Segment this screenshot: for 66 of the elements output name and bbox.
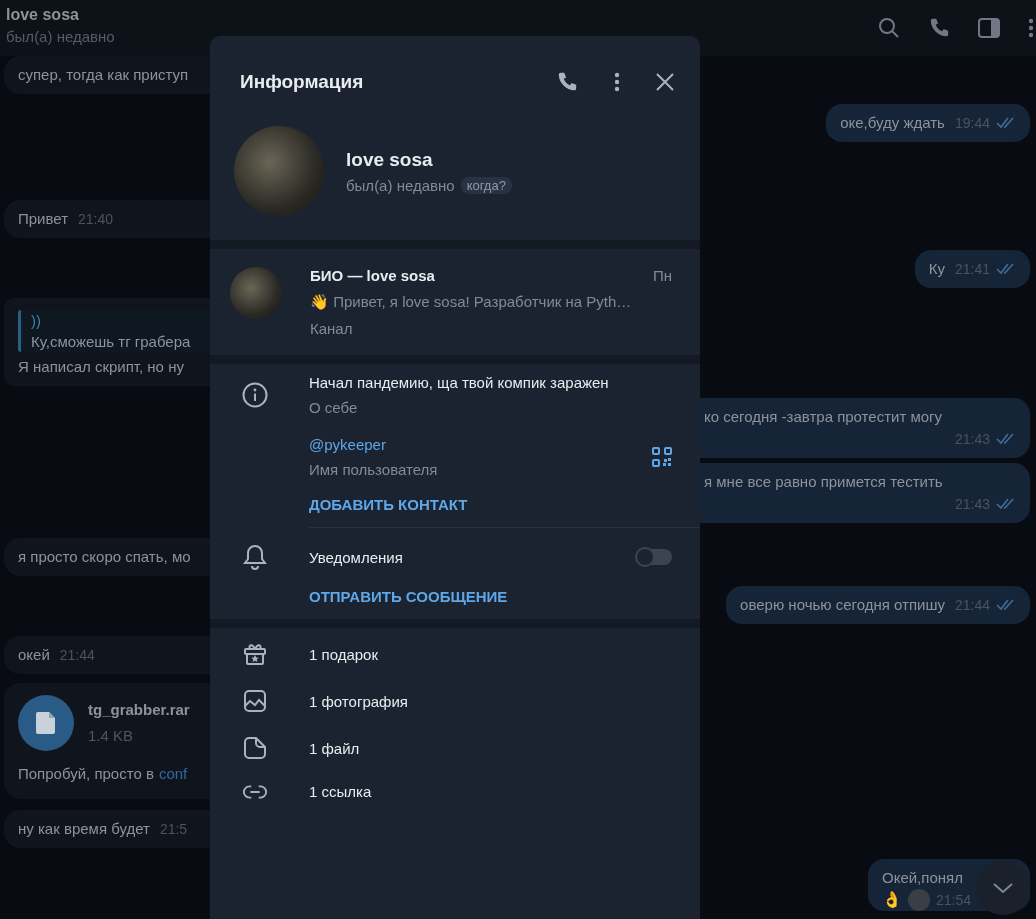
- channel-label: Канал: [310, 320, 354, 337]
- more-icon[interactable]: [1028, 18, 1034, 38]
- message-text: я мне все равно примется тестить: [704, 472, 944, 492]
- message-text: Привет: [18, 209, 69, 229]
- profile-status: был(а) недавно: [346, 176, 455, 194]
- file-icon: [242, 736, 268, 760]
- notifications-label: Уведомления: [309, 548, 404, 566]
- message-text: ко сегодня -завтра протестит могу: [704, 407, 944, 427]
- notifications-toggle[interactable]: [636, 549, 672, 565]
- send-message-button[interactable]: ОТПРАВИТЬ СООБЩЕНИЕ: [309, 588, 508, 605]
- message-text: оверю ночью сегодня отпишу: [740, 595, 945, 615]
- bio-label: О себе: [309, 399, 359, 416]
- profile-name: love sosa: [346, 148, 434, 171]
- phone-icon[interactable]: [556, 71, 578, 93]
- chat-status: был(а) недавно: [6, 28, 115, 45]
- photo-placeholder: [230, 267, 282, 319]
- file-icon[interactable]: [18, 695, 74, 751]
- chat-title: love sosa: [6, 6, 80, 24]
- more-icon[interactable]: [614, 72, 620, 92]
- media-item[interactable]: 1 подарок: [210, 642, 700, 666]
- message-text: Я написал скрипт, но ну: [18, 357, 184, 377]
- media-item[interactable]: 1 ссылка: [210, 783, 700, 800]
- message-text: окей: [18, 645, 50, 665]
- bell-icon: [242, 544, 268, 570]
- message-time: 21:40: [78, 210, 114, 229]
- bio-text: Начал пандемию, ща твой компик заражен: [309, 374, 610, 391]
- gift-icon: [242, 642, 268, 666]
- media-label: 1 файл: [309, 739, 360, 757]
- add-contact-button[interactable]: ДОБАВИТЬ КОНТАКТ: [309, 496, 468, 513]
- last-seen-tag[interactable]: когда?: [460, 176, 512, 194]
- message-text: супер, тогда как приступ: [18, 65, 189, 85]
- channel-date: Пн: [652, 267, 672, 284]
- search-icon[interactable]: [878, 17, 900, 39]
- username-link[interactable]: @pykeeper: [309, 436, 652, 453]
- channel-item[interactable]: БИО — love sosa Пн 👋 Привет, я love sosa! Разработчик на Pyth… Канал: [210, 249, 700, 355]
- channel-title: БИО — love sosa: [310, 267, 435, 284]
- quote-text: Ку,сможешь тг грабера: [31, 332, 192, 352]
- qr-code-icon[interactable]: [652, 447, 672, 467]
- link-icon: [242, 783, 268, 800]
- message-text: Окей,понял: [882, 868, 963, 888]
- message-time: 21:44: [59, 646, 95, 665]
- chevron-down-icon: [992, 882, 1014, 894]
- reactor-avatar: [908, 889, 930, 911]
- message-time: 21:5: [159, 820, 188, 839]
- media-item[interactable]: 1 файл: [210, 736, 700, 760]
- close-icon[interactable]: [656, 73, 674, 91]
- reaction-emoji[interactable]: 👌: [882, 889, 902, 911]
- message-text: Попробуй, просто в: [18, 764, 154, 784]
- file-size: 1.4 KB: [88, 726, 135, 746]
- file-name: tg_grabber.rar: [88, 700, 190, 720]
- media-label: 1 фотография: [309, 692, 408, 710]
- dialog-title: Информация: [240, 71, 364, 93]
- info-icon: [242, 382, 268, 408]
- message-text: я просто скоро спать, мо: [18, 547, 191, 567]
- quote-title: )): [31, 311, 42, 331]
- sidebar-icon[interactable]: [978, 18, 1000, 38]
- message-text: оке,буду ждать: [840, 113, 945, 133]
- phone-icon[interactable]: [928, 17, 950, 39]
- channel-preview: 👋 Привет, я love sosa! Разработчик на Pyth…: [310, 293, 633, 311]
- image-icon: [242, 689, 268, 713]
- media-label: 1 подарок: [309, 645, 378, 663]
- message-text: Ку: [928, 259, 945, 279]
- message-text: ну как время будет: [18, 819, 150, 839]
- media-item[interactable]: 1 фотография: [210, 689, 700, 713]
- username-label: Имя пользователя: [309, 461, 439, 478]
- media-label: 1 ссылка: [309, 783, 372, 800]
